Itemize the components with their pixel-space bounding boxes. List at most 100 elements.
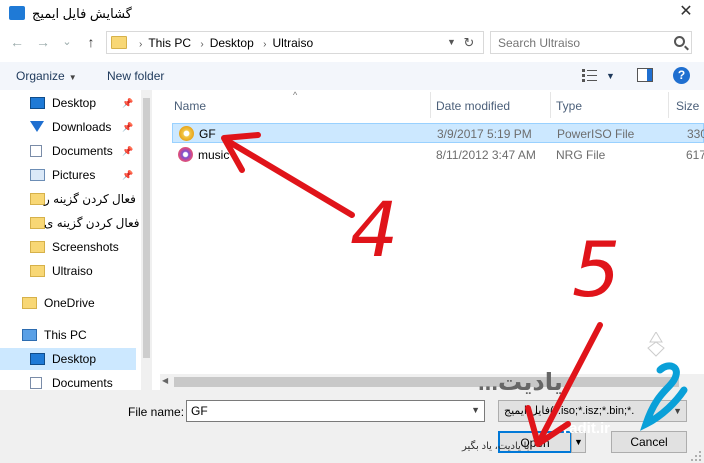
file-date: 8/11/2012 3:47 AM [436, 148, 536, 162]
file-size: 330 [687, 127, 704, 141]
organize-label: Organize [16, 69, 65, 83]
column-header-date[interactable]: Date modified [436, 99, 510, 113]
sidebar-item[interactable]: Ultraiso [0, 260, 136, 282]
sidebar-item-label: Pictures [52, 168, 96, 182]
sidebar-item-label: Ultraiso [52, 264, 93, 278]
breadcrumb-this-pc[interactable]: This PC [148, 36, 191, 50]
onedrive-icon [22, 297, 37, 309]
column-divider[interactable] [550, 92, 551, 118]
view-dropdown-icon[interactable]: ▼ [606, 71, 615, 81]
file-size: 617 [686, 148, 704, 162]
pin-icon[interactable]: 📌 [122, 164, 133, 186]
chevron-down-icon: ▼ [68, 73, 77, 82]
sidebar-item[interactable]: Desktop [0, 348, 136, 370]
sidebar-item[interactable]: فعال کردن گزینه ی [0, 212, 140, 234]
sidebar-scrollbar[interactable] [141, 90, 152, 390]
annotation-step-5: 5 [572, 225, 621, 314]
preview-pane-icon[interactable] [637, 68, 653, 82]
file-date: 3/9/2017 5:19 PM [437, 127, 532, 141]
close-icon[interactable]: ✕ [676, 1, 696, 23]
desktop-icon [30, 353, 45, 365]
back-arrow-icon[interactable]: ← [8, 32, 26, 52]
recent-locations-icon[interactable]: ⌄ [58, 32, 76, 52]
sidebar-item[interactable]: Desktop 📌 [0, 92, 136, 114]
app-icon [9, 6, 25, 20]
command-bar: Organize ▼ New folder ▼ ? [0, 62, 704, 90]
watermark-brand: یادیت... [478, 369, 563, 396]
file-type: NRG File [556, 148, 606, 162]
desktop-icon [30, 97, 45, 109]
sidebar-item-label: This PC [44, 328, 87, 342]
address-bar[interactable]: › This PC › Desktop › Ultraiso ▼ ↻ [106, 31, 484, 54]
navigation-pane: Desktop 📌 Downloads 📌 Documents 📌 Pictures 📌 فعا… [0, 90, 150, 390]
file-name-input[interactable] [191, 404, 461, 418]
search-icon[interactable] [674, 36, 685, 47]
file-name-label: File name: [128, 405, 185, 419]
file-name: GF [199, 127, 216, 141]
file-name-field[interactable]: ▼ [186, 400, 485, 422]
pictures-icon [30, 169, 45, 181]
search-box[interactable] [490, 31, 692, 54]
forward-arrow-icon[interactable]: → [34, 32, 52, 52]
breadcrumb: › This PC › Desktop › Ultraiso [133, 36, 313, 50]
column-header-size[interactable]: Size [676, 99, 699, 113]
file-row[interactable]: GF 3/9/2017 5:19 PM PowerISO File 330 [172, 123, 704, 143]
pin-icon[interactable]: 📌 [122, 116, 133, 138]
column-divider[interactable] [668, 92, 669, 118]
organize-button[interactable]: Organize ▼ [16, 69, 77, 83]
title-bar: گشایش فایل ایمیج ✕ [0, 0, 704, 28]
column-header-type[interactable]: Type [556, 99, 582, 113]
nrg-disc-icon [178, 147, 193, 162]
sidebar-item[interactable]: Downloads 📌 [0, 116, 136, 138]
sidebar-item-label: Desktop [52, 96, 97, 110]
column-divider[interactable] [430, 92, 431, 118]
column-header-name[interactable]: Name [174, 99, 206, 113]
sidebar-item-label: فعال کردن گزینه ی [44, 216, 140, 230]
sidebar-item-label: Downloads [52, 120, 112, 134]
watermark-url: Yadit.ir [560, 420, 611, 437]
sidebar-item[interactable]: OneDrive [0, 292, 136, 314]
folder-icon [30, 241, 45, 253]
breadcrumb-ultraiso[interactable]: Ultraiso [272, 36, 313, 50]
folder-icon [111, 36, 127, 49]
window-title: گشایش فایل ایمیج [32, 6, 132, 21]
sidebar-item[interactable]: Screenshots [0, 236, 136, 258]
sort-up-icon: ^ [293, 90, 298, 100]
horizontal-scroll-thumb[interactable] [174, 377, 679, 387]
chevron-down-icon[interactable]: ▼ [471, 405, 480, 415]
folder-icon [30, 193, 45, 205]
up-arrow-icon[interactable]: ↑ [82, 32, 100, 52]
sidebar-item-label: OneDrive [44, 296, 95, 310]
sidebar-item-label: Screenshots [52, 240, 119, 254]
poweriso-disc-icon [179, 126, 194, 141]
chevron-right-icon: › [139, 39, 143, 50]
navigation-bar: ← → ⌄ ↑ › This PC › Desktop › Ultraiso ▼ ↻ [0, 28, 704, 58]
documents-icon [30, 377, 42, 389]
sidebar-item[interactable]: Pictures 📌 [0, 164, 136, 186]
sidebar-item[interactable]: Documents [0, 372, 136, 390]
sidebar-scroll-thumb[interactable] [143, 98, 150, 358]
documents-icon [30, 145, 42, 157]
pin-icon[interactable]: 📌 [122, 140, 133, 162]
pin-icon[interactable]: 📌 [122, 92, 133, 114]
breadcrumb-desktop[interactable]: Desktop [210, 36, 254, 50]
new-folder-button[interactable]: New folder [107, 69, 164, 83]
search-input[interactable] [498, 36, 668, 50]
sidebar-item[interactable]: This PC [0, 324, 136, 346]
file-name: music [198, 148, 230, 162]
scroll-left-icon[interactable]: ◀ [162, 376, 168, 385]
download-icon [30, 121, 44, 132]
sidebar-item-label: Documents [52, 144, 113, 158]
watermark-logo-icon [640, 332, 688, 431]
chevron-right-icon: › [200, 39, 204, 50]
change-view-icon[interactable] [582, 68, 598, 82]
help-icon[interactable]: ? [673, 67, 690, 84]
address-dropdown-icon[interactable]: ▼ [447, 37, 456, 47]
sidebar-item[interactable]: Documents 📌 [0, 140, 136, 162]
sidebar-item[interactable]: فعال کردن گزینه ر [0, 188, 136, 210]
refresh-icon[interactable]: ↻ [459, 35, 479, 51]
annotation-step-4: 4 [350, 185, 399, 274]
file-row[interactable]: music 8/11/2012 3:47 AM NRG File 617 [172, 145, 704, 165]
resize-grip-icon[interactable] [690, 450, 702, 462]
sidebar-item-label: Documents [52, 376, 113, 390]
